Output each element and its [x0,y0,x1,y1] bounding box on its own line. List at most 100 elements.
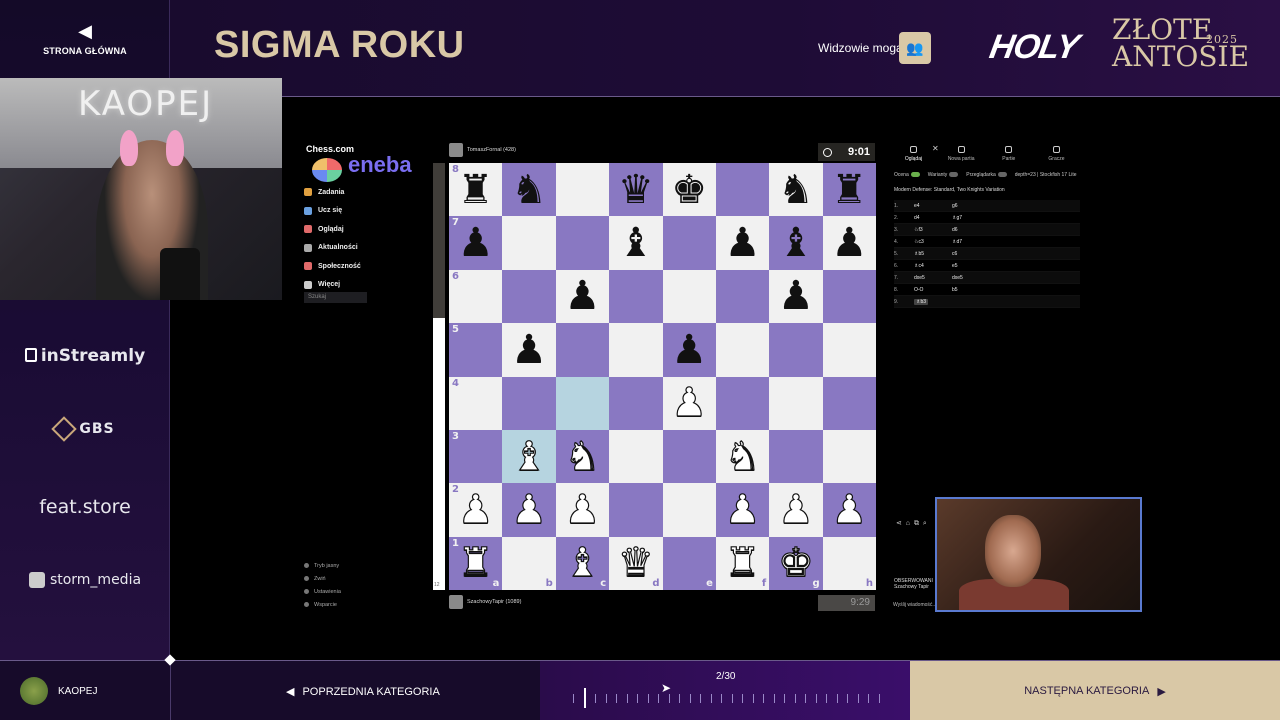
black-pawn-icon[interactable]: ♟ [831,223,867,263]
progress-tick[interactable] [868,693,870,703]
bottom-link[interactable]: Ustawienia [304,585,341,598]
square-e4[interactable]: ♟ [662,376,716,430]
black-move[interactable]: c6 [952,251,1012,257]
square-f1[interactable]: f ♜ [715,536,770,590]
square-f5[interactable] [715,323,770,377]
square-g8[interactable]: ♞ [769,163,823,217]
tab-2[interactable]: Partie [985,146,1032,162]
square-b5[interactable]: ♟ [502,323,556,377]
square-a1[interactable]: 1 a ♜ [449,536,503,590]
black-rook-icon[interactable]: ♜ [458,170,494,210]
eneba-ad[interactable]: eneba [348,152,412,178]
next-category-button[interactable]: NASTĘPNA KATEGORIA ▶ [910,661,1280,720]
square-a6[interactable]: 6 [449,269,503,324]
black-move[interactable]: d6 [952,227,1012,233]
white-move[interactable]: ♗b3 [914,298,952,305]
square-d7[interactable]: ♝ [609,216,663,270]
progress-tick[interactable] [658,693,660,703]
white-move[interactable]: ♗b5 [914,251,952,257]
white-move[interactable]: ♘f3 [914,227,952,233]
white-move[interactable]: ♘c3 [914,239,952,245]
progress-tick[interactable] [794,693,796,703]
square-b2[interactable]: ♟ [502,483,556,537]
white-bishop-icon[interactable]: ♝ [564,543,601,584]
black-knight-icon[interactable]: ♞ [511,170,547,210]
square-b7[interactable] [502,216,556,270]
progress-ticks[interactable] [573,688,880,708]
progress-tick[interactable] [763,693,765,703]
square-e6[interactable] [662,269,716,324]
square-a2[interactable]: 2 ♟ [449,483,503,537]
chess-board[interactable]: 8 ♜ ♞ ♛ ♚ ♞ ♜ 7 ♟ ♝ ♟ ♝ ♟ 6 ♟ ♟ 5 ♟ ♟ 4 ♟ 3 ♝ ♞ ♞ 2 ♟ ♟ ♟ ♟ ♟ ♟ 1 a ♜ b c ♝ d ♛… [449,163,876,590]
white-knight-icon[interactable]: ♞ [724,436,761,477]
progress-tick[interactable] [784,693,786,703]
white-pawn-icon[interactable]: ♟ [777,489,814,530]
white-move[interactable]: dxe5 [914,275,952,281]
close-icon[interactable]: ✕ [932,144,939,153]
user-profile[interactable]: KAOPEJ [20,677,97,705]
square-c4[interactable] [555,376,610,430]
square-c2[interactable]: ♟ [555,483,610,537]
square-d1[interactable]: d ♛ [609,536,663,590]
progress-tick[interactable] [573,693,574,703]
square-h7[interactable]: ♟ [822,216,876,270]
chesscom-logo[interactable]: Chess.com [306,144,354,154]
square-e7[interactable] [662,216,716,270]
eval-toggle[interactable]: Ocena [894,172,920,178]
white-pawn-icon[interactable]: ♟ [564,489,601,530]
square-c5[interactable] [555,323,610,377]
white-move[interactable]: O-O [914,287,952,293]
square-e8[interactable]: ♚ [662,163,716,217]
square-d2[interactable] [609,483,663,537]
bottom-player[interactable]: SzachowyTapir (1089) [449,595,521,609]
progress-tick[interactable] [752,693,754,703]
black-move[interactable]: dxe5 [952,275,1012,281]
white-queen-icon[interactable]: ♛ [617,543,654,584]
square-h1[interactable]: h [822,536,876,590]
black-pawn-icon[interactable]: ♟ [671,330,707,370]
square-f4[interactable] [715,376,770,430]
message-input[interactable]: Wyślij wiadomość... [893,602,937,608]
square-c1[interactable]: c ♝ [555,536,610,590]
square-b1[interactable]: b [502,536,556,590]
progress-tick[interactable] [878,693,880,703]
black-move[interactable]: ♗d7 [952,239,1012,245]
square-a8[interactable]: 8 ♜ [449,163,503,217]
nav-item[interactable]: Społeczność [304,257,361,276]
black-rook-icon[interactable]: ♜ [831,170,867,210]
square-b3[interactable]: ♝ [502,429,556,484]
viewers-button[interactable]: 👥 [899,32,931,64]
progress-tick[interactable] [836,693,838,703]
search-input[interactable]: Szukaj [304,292,367,303]
top-player[interactable]: TomaszFornal (428) [449,143,516,157]
white-pawn-icon[interactable]: ♟ [724,489,761,530]
square-f2[interactable]: ♟ [715,483,770,537]
black-pawn-icon[interactable]: ♟ [511,330,547,370]
progress-tick[interactable] [721,693,723,703]
black-pawn-icon[interactable]: ♟ [458,223,494,263]
nav-item[interactable]: Ucz się [304,202,361,221]
square-b8[interactable]: ♞ [502,163,556,217]
square-a3[interactable]: 3 [449,429,503,484]
square-f7[interactable]: ♟ [715,216,770,270]
progress-tick[interactable] [773,693,775,703]
progress-tick[interactable] [815,693,817,703]
bottom-link[interactable]: Zwiń [304,572,341,585]
black-pawn-icon[interactable]: ♟ [725,223,761,263]
square-g4[interactable] [769,376,823,430]
square-d5[interactable] [609,323,663,377]
white-knight-icon[interactable]: ♞ [564,436,601,477]
square-b4[interactable] [502,376,556,430]
square-c6[interactable]: ♟ [555,269,610,324]
square-g7[interactable]: ♝ [769,216,823,270]
white-rook-icon[interactable]: ♜ [457,543,494,584]
black-move[interactable]: ♗g7 [952,215,1012,221]
progress-tick[interactable] [583,688,586,708]
square-a5[interactable]: 5 [449,323,503,377]
nav-item[interactable]: Aktualności [304,239,361,258]
square-h3[interactable] [822,429,876,484]
square-g6[interactable]: ♟ [769,269,823,324]
black-move[interactable]: e5 [952,263,1012,269]
square-g5[interactable] [769,323,823,377]
tab-1[interactable]: Nowa partia [938,146,985,162]
